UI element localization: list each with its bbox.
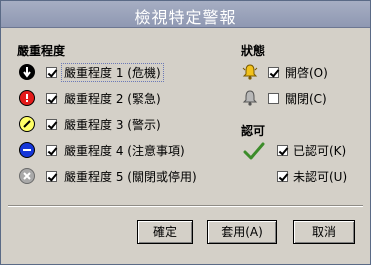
ok-button[interactable]: 確定 [137,220,193,244]
severity-heading: 嚴重程度 [17,44,66,58]
dialog-window: 檢視特定警報 嚴重程度 嚴重程度 1 (危機) 嚴重程度 2 (緊急) 嚴重程度… [0,0,371,265]
info-minus-icon [19,142,35,158]
severity-row-2: 嚴重程度 2 (緊急) [17,89,217,107]
ack-acknowledged-checkbox[interactable] [277,145,288,156]
severity-5-checkbox[interactable] [46,171,57,182]
ack-unacknowledged-label[interactable]: 未認可(U) [293,168,347,185]
title-bar[interactable]: 檢視特定警報 [1,1,370,28]
ack-row-acknowledged: 已認可(K) [277,141,367,159]
button-separator [8,205,363,207]
severity-row-1: 嚴重程度 1 (危機) [17,63,217,82]
ack-unacknowledged-checkbox[interactable] [277,171,288,182]
cancel-button[interactable]: 取消 [293,220,355,244]
checkmark-icon [243,141,265,161]
state-open-checkbox[interactable] [268,67,279,78]
disabled-x-icon [19,168,35,184]
severity-1-checkbox[interactable] [46,67,57,78]
severity-5-label[interactable]: 嚴重程度 5 (關閉或停用) [64,168,197,185]
severity-1-label[interactable]: 嚴重程度 1 (危機) [61,63,164,82]
severity-row-3: 嚴重程度 3 (警示) [17,115,217,133]
state-heading: 狀態 [241,44,266,58]
severity-2-label[interactable]: 嚴重程度 2 (緊急) [64,90,161,107]
bell-closed-icon [241,89,259,107]
severity-3-label[interactable]: 嚴重程度 3 (警示) [64,116,161,133]
severity-row-4: 嚴重程度 4 (注意事項) [17,141,227,159]
apply-button[interactable]: 套用(A) [207,220,277,244]
ack-acknowledged-label[interactable]: 已認可(K) [293,142,346,159]
minor-slash-icon [19,116,35,132]
state-row-closed: 關閉(C) [241,89,361,107]
critical-down-arrow-icon [19,64,35,80]
state-closed-checkbox[interactable] [268,93,279,104]
severity-4-label[interactable]: 嚴重程度 4 (注意事項) [64,142,185,159]
state-closed-label[interactable]: 關閉(C) [285,90,327,107]
severity-row-5: 嚴重程度 5 (關閉或停用) [17,167,227,185]
severity-3-checkbox[interactable] [46,119,57,130]
window-title: 檢視特定警報 [134,8,237,27]
bell-open-icon [241,63,259,81]
severity-4-checkbox[interactable] [46,145,57,156]
ack-heading: 認可 [241,124,266,138]
ack-row-unacknowledged: 未認可(U) [277,167,367,185]
state-open-label[interactable]: 開啓(O) [285,64,328,81]
state-row-open: 開啓(O) [241,63,361,81]
major-exclamation-icon [19,90,35,106]
severity-2-checkbox[interactable] [46,93,57,104]
